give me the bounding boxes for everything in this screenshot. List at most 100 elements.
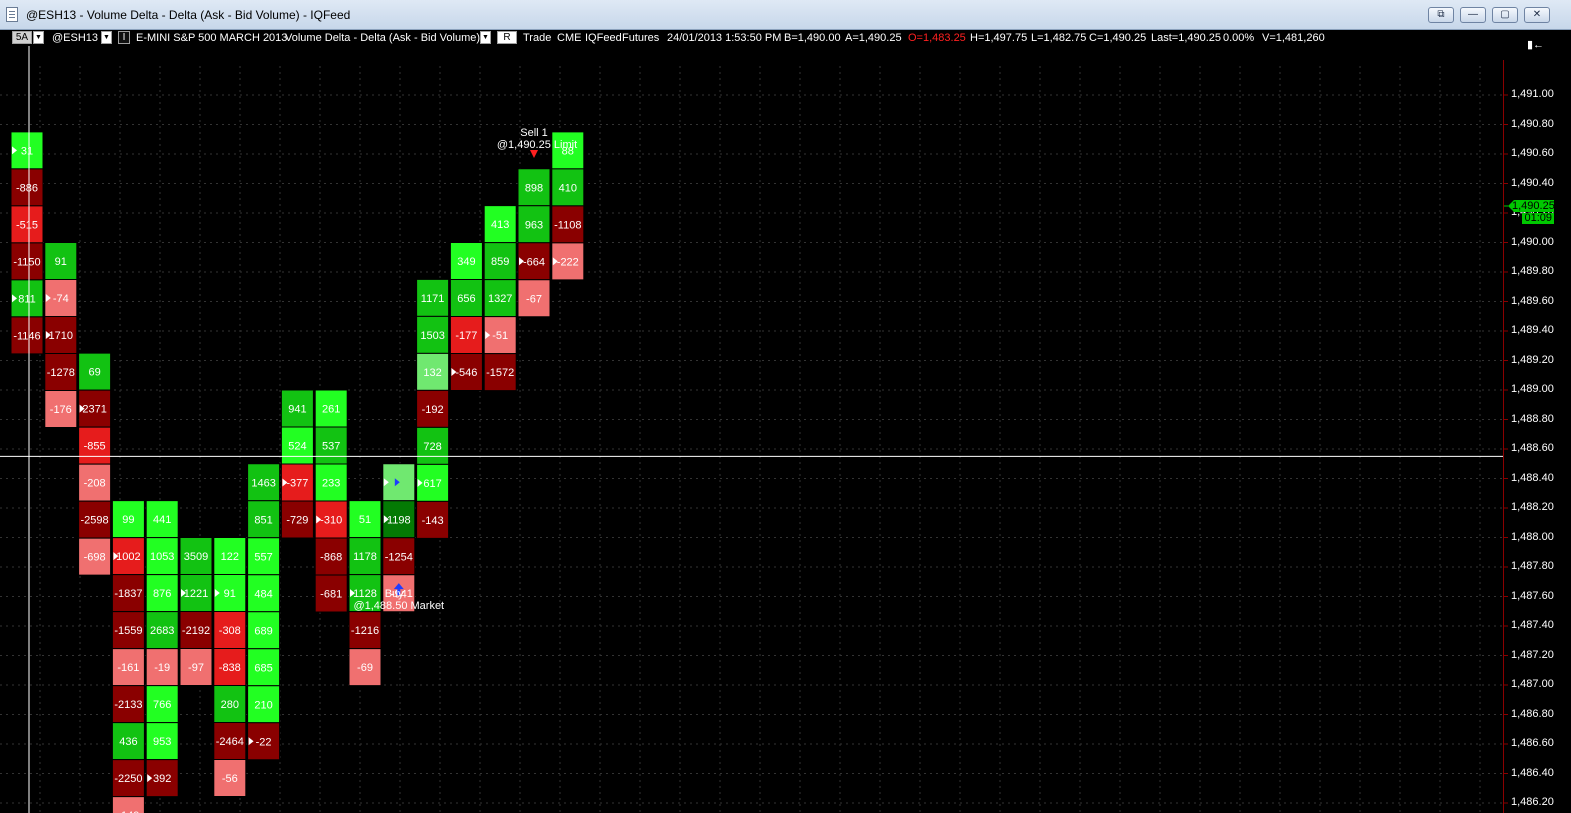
price-axis-label: 1,486.80 <box>1511 707 1554 720</box>
mode-box[interactable]: I <box>118 31 130 44</box>
current-price-tag: 1,490.25 <box>1508 200 1554 212</box>
sell-order-label: Sell 1 <box>520 127 548 139</box>
footprint-cell-value: 51 <box>359 514 371 526</box>
footprint-chart[interactable]: 31 -886 -515 -1150 811 -1146 91 -74 1710 -1278 -17… <box>0 30 1571 813</box>
footprint-cell-value: 617 <box>423 478 441 490</box>
price-axis-label: 1,486.60 <box>1511 737 1554 749</box>
footprint-cell-value: 132 <box>423 367 441 379</box>
footprint-cell-value: -698 <box>84 552 106 564</box>
footprint-cell-value: -310 <box>320 515 342 527</box>
price-axis-label: 1,488.20 <box>1511 501 1554 513</box>
price-axis-label: 1,490.80 <box>1511 117 1554 130</box>
footprint-cell-value: -1216 <box>351 625 379 637</box>
price-axis-label: 1,487.40 <box>1511 619 1554 631</box>
minimize-button[interactable]: — <box>1460 7 1486 23</box>
footprint-cell-value: -56 <box>222 773 238 785</box>
interval-box[interactable]: 5A <box>12 31 32 44</box>
footprint-cell-value: -2598 <box>81 515 109 527</box>
footprint-cell-value: 392 <box>153 773 171 785</box>
low-label: L=1,482.75 <box>1031 32 1087 44</box>
price-axis-label: 1,490.00 <box>1511 235 1554 248</box>
footprint-cell-value: -74 <box>53 293 69 305</box>
footprint-cell-value: 953 <box>153 736 171 748</box>
footprint-cell-value: 1221 <box>184 588 208 600</box>
feed-label: IQFeed <box>585 32 622 44</box>
footprint-cell-value: -97 <box>188 662 204 674</box>
sell-order-price-label: @1,490.25 Limit <box>497 139 577 151</box>
footprint-cell-value: -143 <box>422 515 444 527</box>
footprint-cell-value: 524 <box>288 441 306 453</box>
trade-label: Trade <box>523 32 552 44</box>
close-button[interactable]: ✕ <box>1524 7 1550 23</box>
footprint-cell-value: 69 <box>88 367 100 379</box>
footprint-cell-value: -2133 <box>114 699 142 711</box>
footprint-cell-value: 851 <box>254 514 272 526</box>
close-price-label: C=1,490.25 <box>1089 32 1147 44</box>
footprint-cell-value: 1503 <box>420 330 444 342</box>
footprint-cell-value: 122 <box>221 551 239 563</box>
price-axis-label: 1,489.60 <box>1511 294 1554 307</box>
type-label: Futures <box>622 32 660 44</box>
study-dropdown[interactable]: ▼ <box>480 31 491 44</box>
footprint-cell-value: -1150 <box>13 256 40 268</box>
study-label: Volume Delta - Delta (Ask - Bid Volume) <box>285 32 481 44</box>
high-label: H=1,497.75 <box>970 32 1028 44</box>
footprint-cell-value: -67 <box>526 293 542 305</box>
footprint-cell-value: -546 <box>455 367 477 379</box>
price-axis-label: 1,487.20 <box>1511 648 1554 661</box>
footprint-cell-value: 1053 <box>150 551 174 563</box>
footprint-cell-value: 1128 <box>353 588 377 600</box>
footprint-cell-value: 441 <box>153 514 171 526</box>
footprint-cell-value: -208 <box>84 478 106 490</box>
footprint-cell-value: 413 <box>491 219 509 231</box>
price-axis-border <box>1503 60 1504 813</box>
footprint-cell-value: -308 <box>219 625 241 637</box>
footprint-cell-value: -176 <box>50 404 72 416</box>
restore-layout-button[interactable]: ⧉ <box>1428 7 1454 23</box>
r-box[interactable]: R <box>497 31 517 44</box>
footprint-cell-value: 1178 <box>353 551 377 563</box>
footprint-cell-value: 99 <box>122 514 134 526</box>
footprint-cell-value: -838 <box>219 662 241 674</box>
footprint-cell-value: 280 <box>221 699 239 711</box>
footprint-cell-value: 557 <box>254 551 272 563</box>
price-axis-label: 1,486.40 <box>1511 766 1554 779</box>
buy-order-price-label: @1,488.50 Market <box>353 600 444 612</box>
price-axis-label: 1,489.00 <box>1511 383 1554 395</box>
footprint-cell-value: 349 <box>457 256 475 268</box>
footprint-cell-value: 91 <box>55 256 67 268</box>
chart-area[interactable]: 31 -886 -515 -1150 811 -1146 91 -74 1710 -1278 -17… <box>0 30 1571 813</box>
footprint-cell-value: -1146 <box>13 330 40 342</box>
footprint-cell-value: -19 <box>154 662 170 674</box>
footprint-cell-value: 766 <box>153 699 171 711</box>
footprint-cell-value: 859 <box>491 256 509 268</box>
datetime-label: 24/01/2013 1:53:50 PM <box>667 32 782 44</box>
footprint-cell-value: -515 <box>16 219 38 231</box>
footprint-cell-value: 689 <box>254 625 272 637</box>
maximize-button[interactable]: ▢ <box>1492 7 1518 23</box>
price-axis-label: 1,490.40 <box>1511 176 1554 189</box>
bar-timer-tag: 01:09 <box>1522 213 1554 224</box>
footprint-cell-value: -886 <box>16 182 38 194</box>
footprint-cell-value: 1002 <box>116 551 140 563</box>
price-axis-label: 1,489.80 <box>1511 265 1554 277</box>
footprint-cell-value: 811 <box>18 293 36 305</box>
footprint-cell-value: 31 <box>21 145 33 157</box>
footprint-cell-value: 410 <box>559 182 577 194</box>
footprint-cell-value: -1108 <box>554 219 581 231</box>
footprint-cell-value: 537 <box>322 441 340 453</box>
side-panel-toggle-icon[interactable]: ▮← <box>1527 38 1544 51</box>
footprint-cell-value: 656 <box>457 293 475 305</box>
sell-arrow-icon <box>530 150 538 158</box>
footprint-cell-value: -22 <box>256 736 272 748</box>
footprint-cell-value: 1463 <box>251 477 275 489</box>
footprint-cell-value: -222 <box>557 256 579 268</box>
symbol-dropdown[interactable]: ▼ <box>101 31 112 44</box>
footprint-cell-value: -177 <box>455 330 477 342</box>
footprint-cell-value: -51 <box>492 330 508 342</box>
footprint-cell-value: 484 <box>254 588 272 600</box>
footprint-cell-value: 2371 <box>82 404 106 416</box>
footprint-cell-value: -868 <box>320 552 342 564</box>
interval-dropdown[interactable]: ▼ <box>33 31 44 44</box>
footprint-cell-value: 1171 <box>421 293 445 305</box>
